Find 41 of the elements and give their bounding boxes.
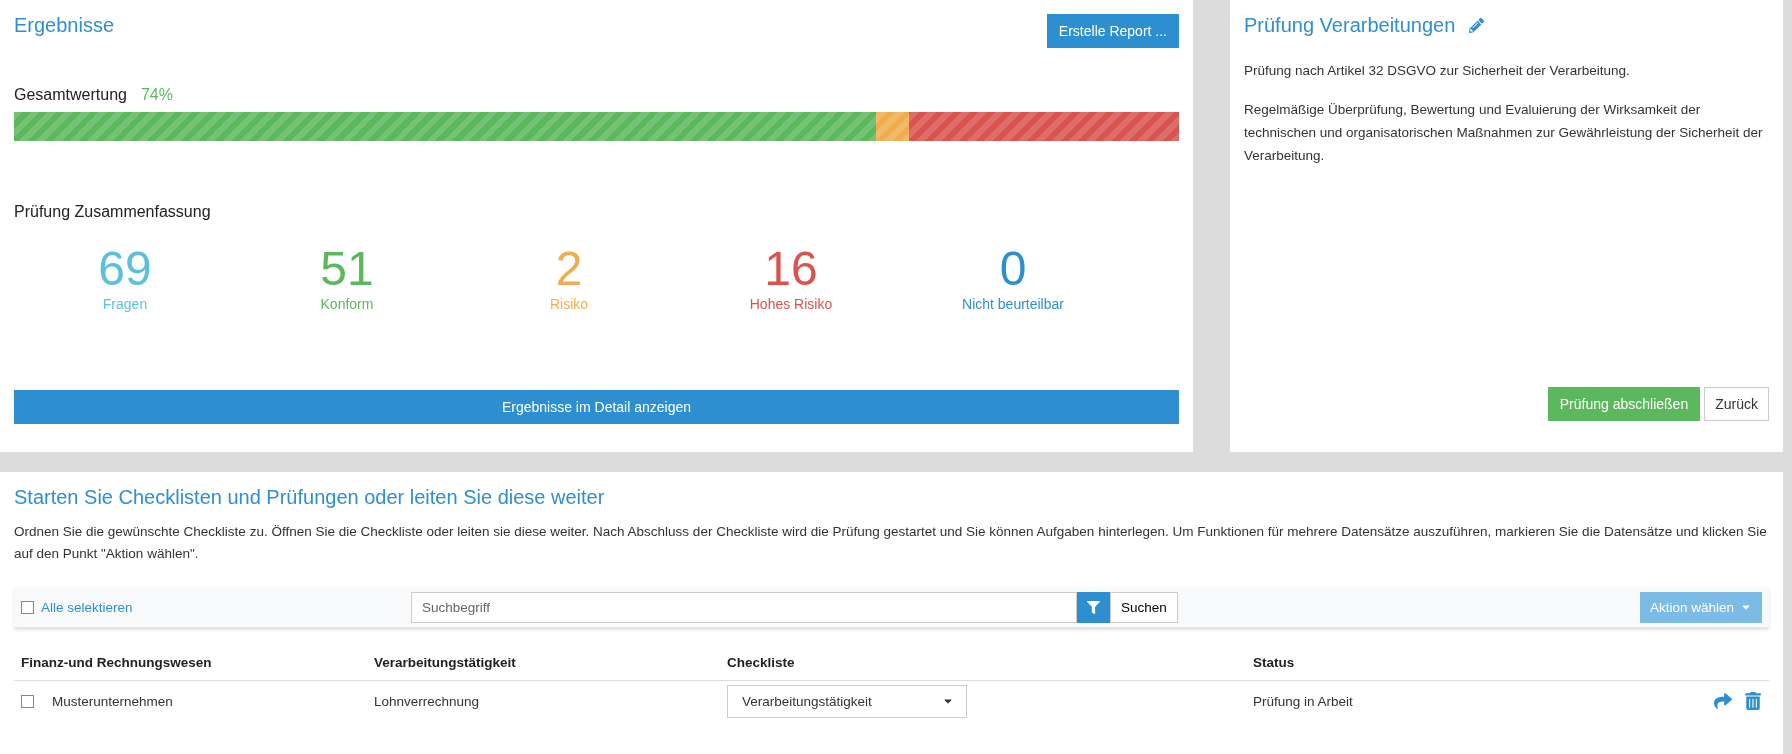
- stat-number: 0: [999, 243, 1027, 296]
- filter-icon: [1087, 600, 1100, 614]
- stat-label: Hohes Risiko: [749, 295, 833, 312]
- pencil-icon[interactable]: [1469, 18, 1485, 33]
- checklist-select[interactable]: Verarbeitungstätigkeit: [727, 684, 967, 718]
- checklist-title: Starten Sie Checklisten und Prüfungen oder leiten Sie diese weiter: [14, 486, 606, 509]
- stat-number: 51: [320, 243, 374, 296]
- summary-title: Prüfung Zusammenfassung: [14, 203, 212, 221]
- trash-icon[interactable]: [1744, 692, 1762, 710]
- search-button[interactable]: Suchen: [1110, 591, 1178, 623]
- audit-description: Regelmäßige Überprüfung, Bewertung und Evaluierung der Wirksamkeit der technischen und organisatorischen Maßnahmen zur Gewährleistung der Sicherheit der Verarbeitung.: [1244, 101, 1764, 165]
- column-header: Finanz-und Rechnungswesen: [21, 655, 213, 670]
- table-cell-text: Prüfung in Arbeit: [1253, 693, 1354, 709]
- stat-number: 16: [764, 243, 818, 296]
- details-button[interactable]: Ergebnisse im Detail anzeigen: [14, 390, 1179, 424]
- audit-description: Prüfung nach Artikel 32 DSGVO zur Sicherheit der Verarbeitung.: [1244, 62, 1631, 80]
- select-all-checkbox[interactable]: [21, 600, 34, 614]
- column-header: Status: [1253, 655, 1296, 670]
- select-all-label[interactable]: Alle selektieren: [41, 599, 133, 615]
- back-button[interactable]: Zurück: [1704, 387, 1769, 421]
- stat-number: 69: [98, 243, 152, 296]
- column-header: Checkliste: [727, 655, 796, 670]
- search-field[interactable]: Suchbegriff: [411, 591, 1077, 623]
- checklist-description: Ordnen Sie die gewünschte Checkliste zu. Öffnen Sie die Checkliste oder leiten sie diese weiter. Nach Abschluss der Checkliste wird die Prüfung gestartet und Sie können Aufgaben hinterlegen. Um Funktionen für mehrere Datensätze auszuführen, markieren Sie die Datensätze und klicken Sie auf den Punkt "Aktion wählen".: [14, 523, 1768, 563]
- column-header: Verarbeitungstätigkeit: [374, 655, 517, 670]
- filter-button[interactable]: [1077, 591, 1110, 623]
- forward-icon[interactable]: [1714, 692, 1732, 710]
- stat-label: Konform: [320, 295, 374, 312]
- table-cell: Musterunternehmen: [52, 693, 173, 709]
- complete-button[interactable]: Prüfung abschließen: [1547, 387, 1701, 421]
- stat-number: 2: [555, 243, 583, 296]
- stat-label: Risiko: [549, 295, 589, 312]
- row-checkbox[interactable]: [21, 694, 34, 708]
- table-cell-text: Lohnverrechnung: [374, 693, 481, 709]
- overall-label: Gesamtwertung: [14, 86, 127, 104]
- overall-percentage: 74%: [140, 86, 173, 104]
- stat-label: Fragen: [102, 295, 148, 312]
- report-button[interactable]: Erstelle Report ...: [1046, 14, 1179, 48]
- stat-label: Nicht beurteilbar: [962, 295, 1064, 312]
- results-title: Ergebnisse: [14, 14, 115, 37]
- audit-title: Prüfung Verarbeitungen: [1244, 14, 1456, 37]
